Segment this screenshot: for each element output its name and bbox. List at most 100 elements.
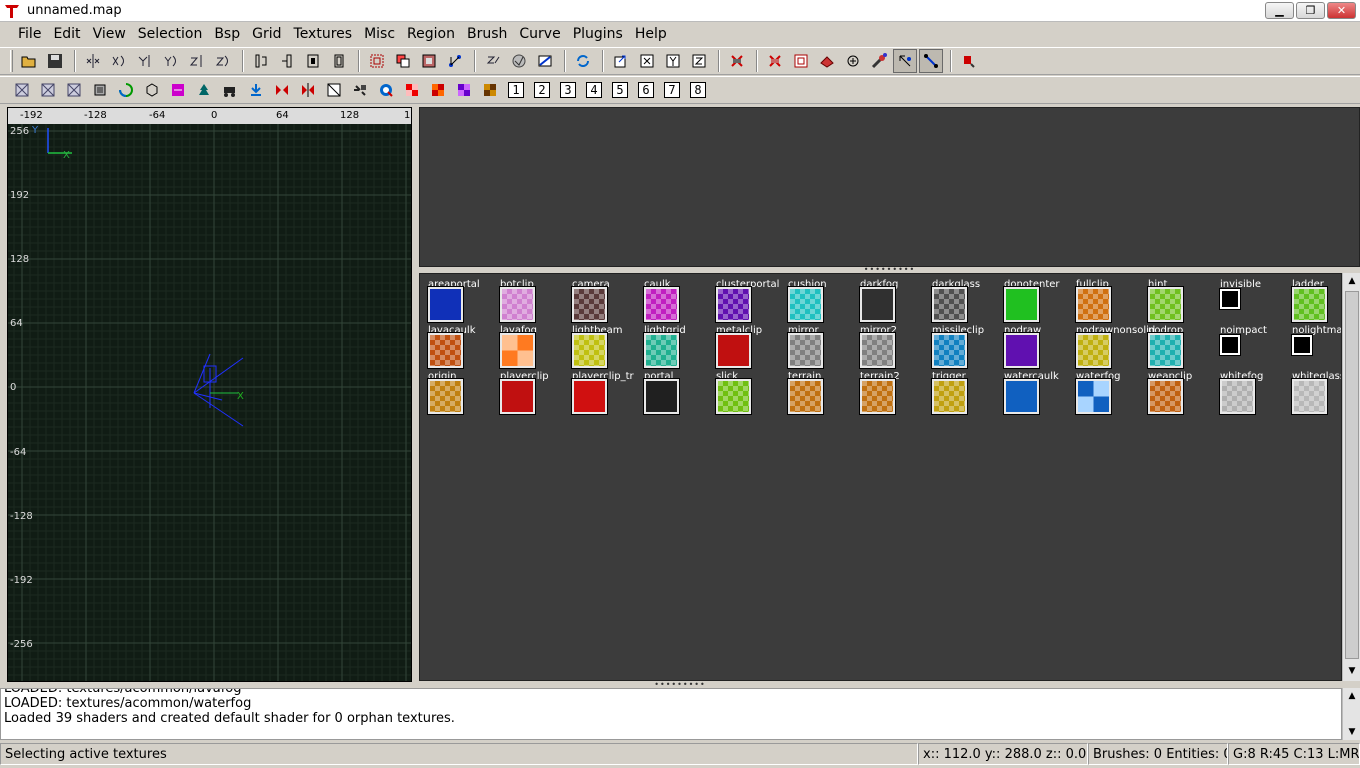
filter-liquids-icon[interactable]: [114, 78, 138, 102]
texture-tile[interactable]: caulk: [643, 279, 710, 325]
view-x-icon[interactable]: [635, 49, 659, 73]
texture-tile[interactable]: invisible: [1219, 279, 1286, 325]
filter-world-icon[interactable]: [10, 78, 34, 102]
menu-bsp[interactable]: Bsp: [208, 22, 246, 46]
texture-tile[interactable]: weapclip: [1147, 371, 1214, 417]
flip-x-icon[interactable]: [81, 49, 105, 73]
vertical-splitter[interactable]: [412, 107, 418, 682]
filter-lights-icon[interactable]: [244, 78, 268, 102]
texture-tile[interactable]: terrain: [787, 371, 854, 417]
csg-subtract-icon[interactable]: [365, 49, 389, 73]
toolbar-grip[interactable]: [10, 50, 13, 72]
hollow-icon[interactable]: [417, 49, 441, 73]
texture-tile[interactable]: botclip: [499, 279, 566, 325]
view-z-icon[interactable]: [687, 49, 711, 73]
filter-paths-icon[interactable]: [192, 78, 216, 102]
texture-tile[interactable]: waterfog: [1075, 371, 1142, 417]
camera-bookmark-5[interactable]: 5: [608, 78, 632, 102]
menu-textures[interactable]: Textures: [288, 22, 359, 46]
filter-triggers-icon[interactable]: [426, 78, 450, 102]
camera-bookmark-8[interactable]: 8: [686, 78, 710, 102]
texture-tile[interactable]: hint: [1147, 279, 1214, 325]
texture-tile[interactable]: playerclip_tr: [571, 371, 638, 417]
texture-tile[interactable]: donotenter: [1003, 279, 1070, 325]
bend-icon[interactable]: [815, 49, 839, 73]
texture-tile[interactable]: camera: [571, 279, 638, 325]
camera-view[interactable]: [419, 107, 1360, 267]
drag-vertices-icon[interactable]: [893, 49, 917, 73]
menu-help[interactable]: Help: [629, 22, 673, 46]
texture-tile[interactable]: missileclip: [931, 325, 998, 371]
filter-lightgrid-icon[interactable]: [296, 78, 320, 102]
select-complete-tall-icon[interactable]: [249, 49, 273, 73]
texture-tile[interactable]: playerclip: [499, 371, 566, 417]
refresh-icon[interactable]: [571, 49, 595, 73]
texture-tile[interactable]: nodrop: [1147, 325, 1214, 371]
texture-tile[interactable]: lavacaulk: [427, 325, 494, 371]
scroll-up-icon[interactable]: ▲: [1345, 690, 1359, 702]
texture-tile[interactable]: mirror2: [859, 325, 926, 371]
texture-tile[interactable]: metalclip: [715, 325, 782, 371]
texture-tile[interactable]: cushion: [787, 279, 854, 325]
save-icon[interactable]: [43, 49, 67, 73]
scroll-thumb[interactable]: [1345, 291, 1359, 659]
texture-browser[interactable]: areaportal botclip camera caulk clusterporta…: [419, 273, 1342, 681]
xy-grid-view[interactable]: -192 -128 -64 0 64 128 19 256 192 128 64…: [7, 107, 412, 682]
open-icon[interactable]: [17, 49, 41, 73]
filter-botclips-icon[interactable]: [452, 78, 476, 102]
texture-tile[interactable]: slick: [715, 371, 782, 417]
clipper-icon[interactable]: [443, 49, 467, 73]
filter-entities-icon[interactable]: [36, 78, 60, 102]
menu-view[interactable]: View: [87, 22, 132, 46]
close-button[interactable]: ✕: [1327, 2, 1356, 19]
texture-tile[interactable]: watercaulk: [1003, 371, 1070, 417]
menu-plugins[interactable]: Plugins: [567, 22, 629, 46]
texture-tile[interactable]: lavafog: [499, 325, 566, 371]
scroll-down-icon[interactable]: ▼: [1345, 665, 1359, 677]
filter-areaportals-icon[interactable]: [62, 78, 86, 102]
texture-tile[interactable]: portal: [643, 371, 710, 417]
menu-selection[interactable]: Selection: [132, 22, 209, 46]
filter-decals-icon[interactable]: [478, 78, 502, 102]
camera-bookmark-3[interactable]: 3: [556, 78, 580, 102]
filter-patches-icon[interactable]: [322, 78, 346, 102]
show-clip-icon[interactable]: [763, 49, 787, 73]
filter-details-icon[interactable]: [348, 78, 372, 102]
menu-grid[interactable]: Grid: [246, 22, 287, 46]
filter-hintskips-icon[interactable]: [374, 78, 398, 102]
flip-y-icon[interactable]: [133, 49, 157, 73]
select-touching-icon[interactable]: [275, 49, 299, 73]
texture-tile[interactable]: clusterportal: [715, 279, 782, 325]
menu-curve[interactable]: Curve: [513, 22, 566, 46]
texture-tile[interactable]: mirror: [787, 325, 854, 371]
camera-view-icon[interactable]: [533, 49, 557, 73]
texture-tile[interactable]: terrain2: [859, 371, 926, 417]
scroll-up-icon[interactable]: ▲: [1345, 275, 1359, 287]
filter-models-icon[interactable]: [400, 78, 424, 102]
filter-structural-icon[interactable]: [270, 78, 294, 102]
console-log[interactable]: LOADED: textures/acommon/lavafog LOADED:…: [0, 688, 1342, 740]
texture-tile[interactable]: origin: [427, 371, 494, 417]
texture-tile[interactable]: lightgrid: [643, 325, 710, 371]
cubic-clip-icon[interactable]: [609, 49, 633, 73]
camera-bookmark-4[interactable]: 4: [582, 78, 606, 102]
texture-tile[interactable]: darkfog: [859, 279, 926, 325]
texture-tile[interactable]: nodrawnonsolid: [1075, 325, 1155, 371]
select-inside-icon[interactable]: [327, 49, 351, 73]
menu-brush[interactable]: Brush: [461, 22, 513, 46]
texture-scrollbar[interactable]: ▲ ▼: [1342, 273, 1360, 681]
texture-tile[interactable]: ladder: [1291, 279, 1341, 325]
menu-region[interactable]: Region: [401, 22, 461, 46]
texture-tile[interactable]: whitefog: [1219, 371, 1286, 417]
cap-icon[interactable]: [841, 49, 865, 73]
texture-tile[interactable]: noimpact: [1219, 325, 1286, 371]
texture-view-icon[interactable]: [507, 49, 531, 73]
texture-tile[interactable]: areaportal: [427, 279, 494, 325]
texture-tile[interactable]: whiteglass: [1291, 371, 1341, 417]
maximize-button[interactable]: ❐: [1296, 2, 1325, 19]
menu-file[interactable]: File: [12, 22, 47, 46]
texture-tile[interactable]: lightbeam: [571, 325, 638, 371]
texture-tile[interactable]: trigger: [931, 371, 998, 417]
view-y-icon[interactable]: [661, 49, 685, 73]
minimize-button[interactable]: ▁: [1265, 2, 1294, 19]
